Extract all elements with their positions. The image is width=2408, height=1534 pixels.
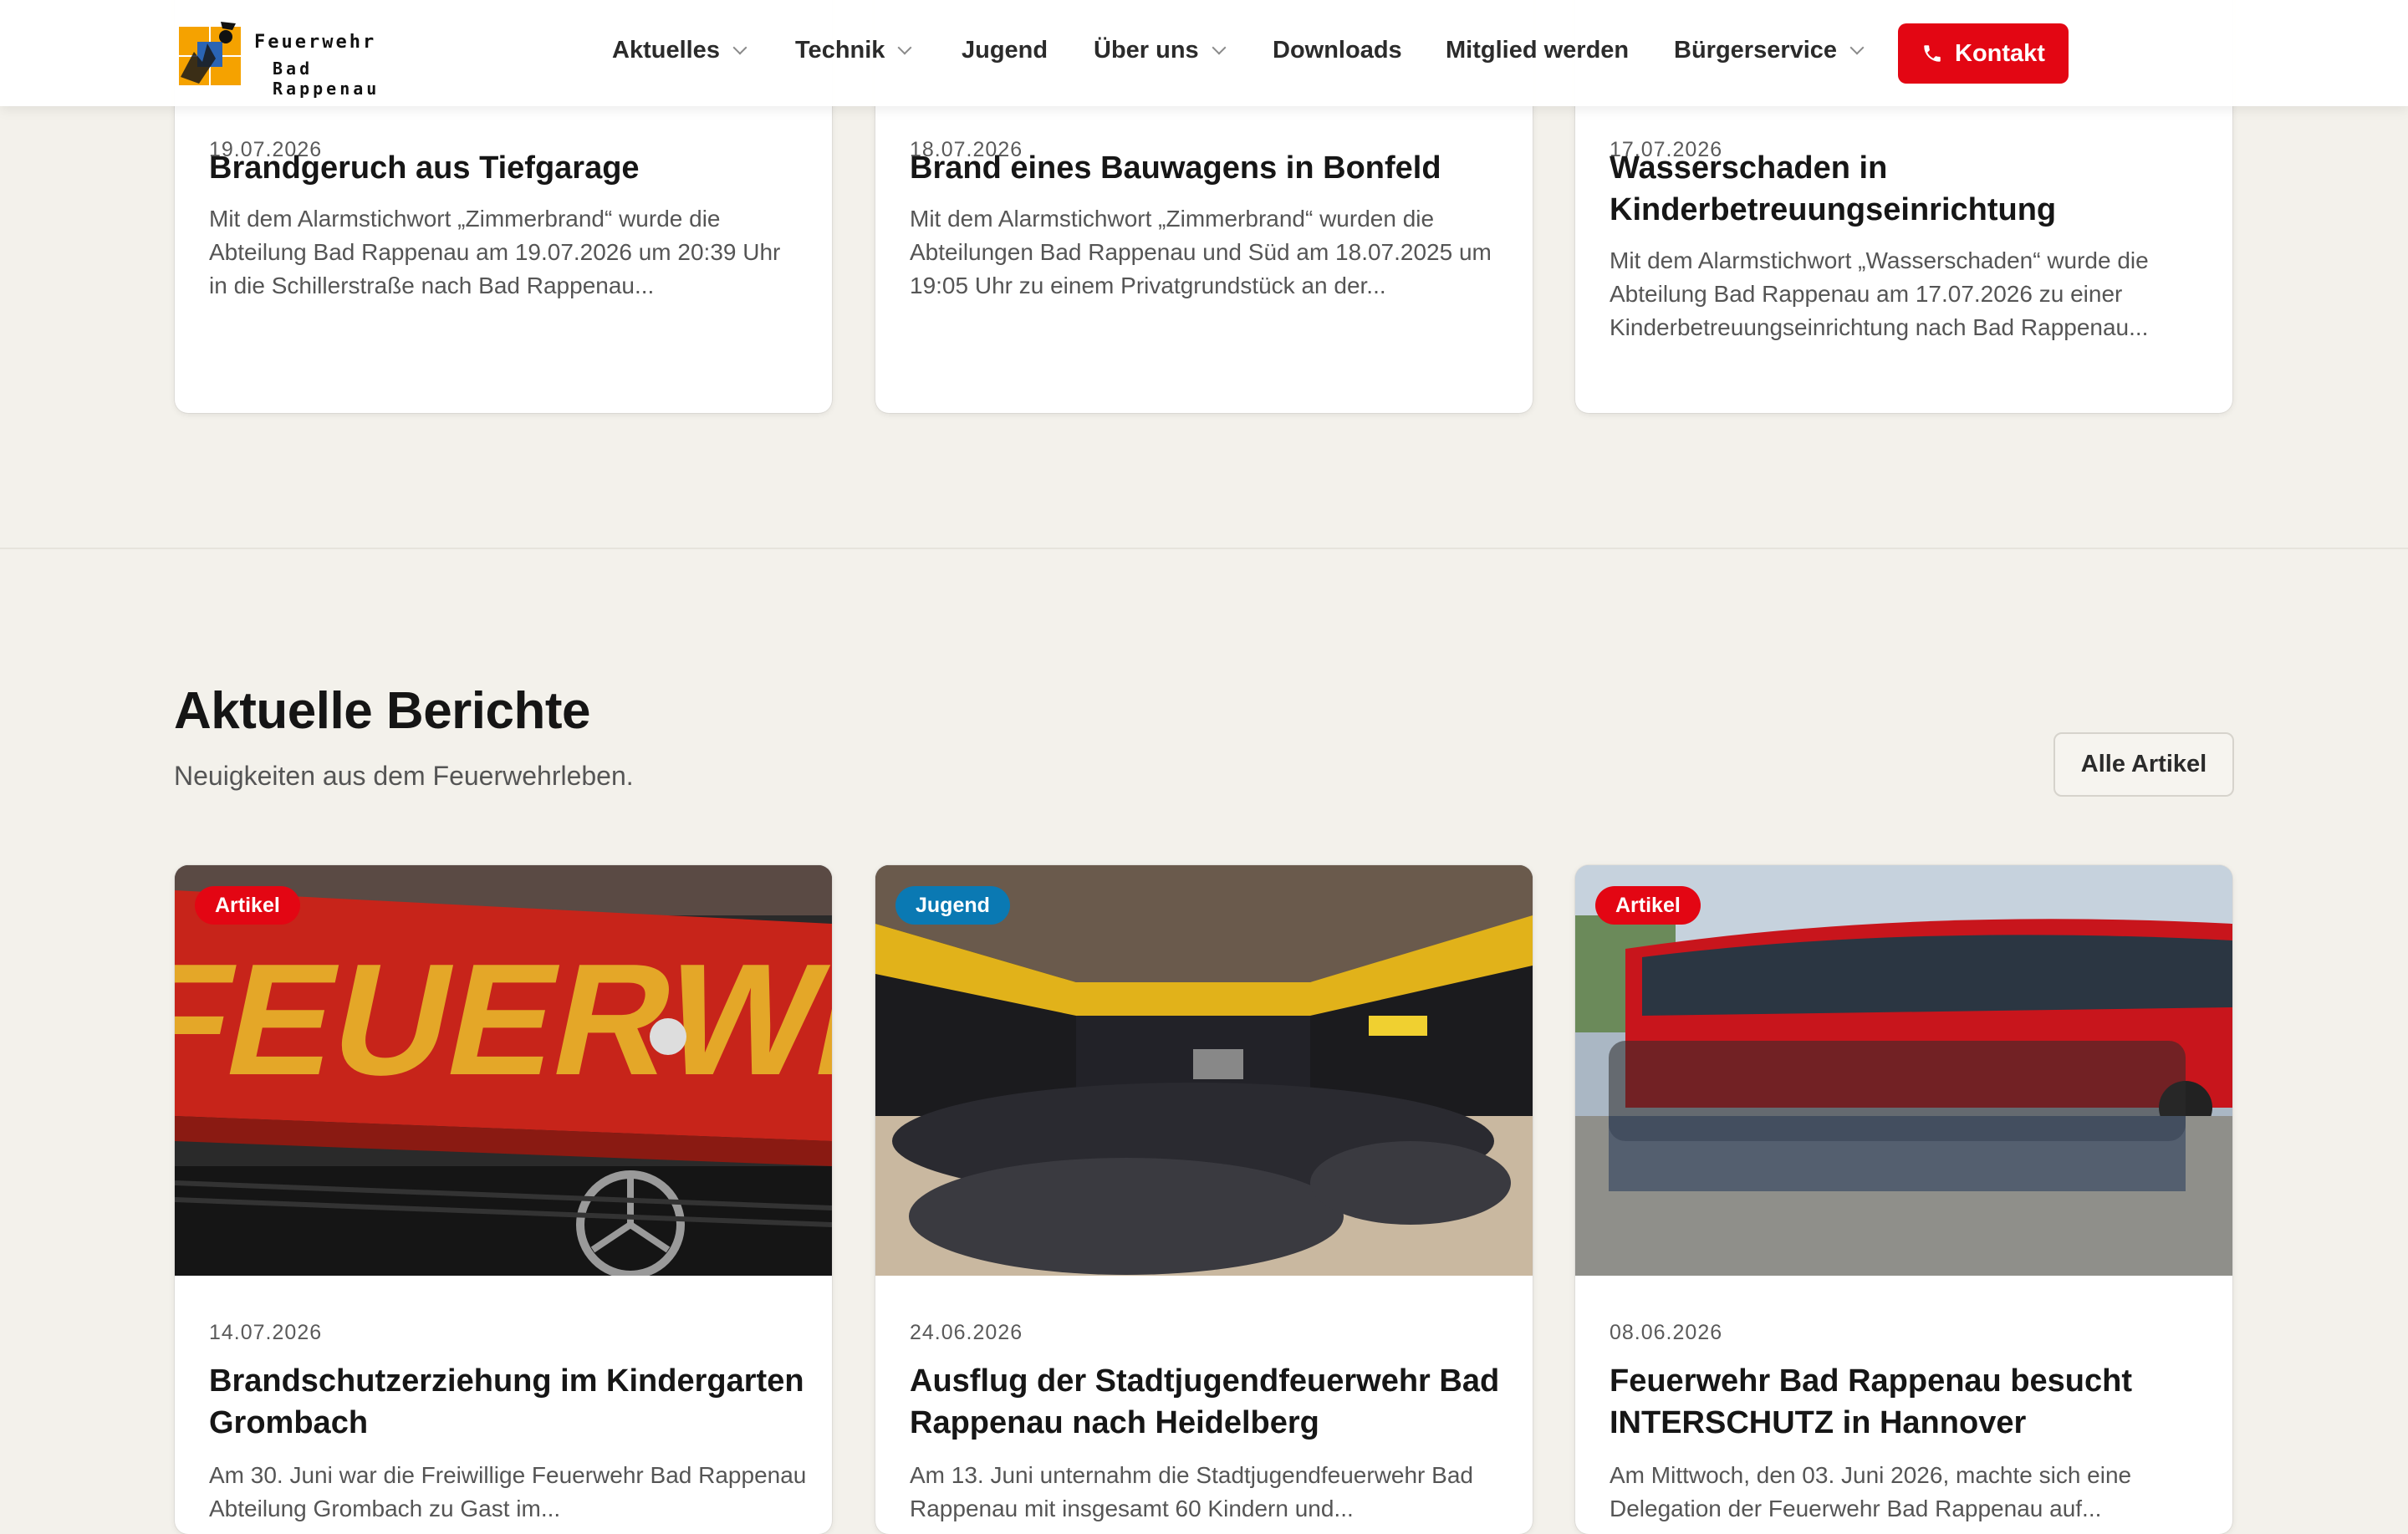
article-card[interactable]: Artikel 08.06.2026 Feuerwehr Bad Rappena… <box>1575 865 2232 1534</box>
nav-item-downloads[interactable]: Downloads <box>1273 37 1402 64</box>
svg-text:FEUERWEH: FEUERWEH <box>175 930 832 1108</box>
article-date: 08.06.2026 <box>1610 1321 1723 1344</box>
nav-item-jugend[interactable]: Jugend <box>962 37 1048 64</box>
nav-label: Bürgerservice <box>1674 37 1838 64</box>
group-bus-photo[interactable] <box>1575 865 2232 1276</box>
nav-label: Mitglied werden <box>1446 37 1630 64</box>
nav-item-aktuelles[interactable]: Aktuelles <box>612 37 747 64</box>
card-excerpt: Mit dem Alarmstichwort „Wasserschaden“ w… <box>1610 247 2149 340</box>
card-title[interactable]: Wasserschaden in Kinderbetreuungseinrich… <box>1610 147 2128 231</box>
article-title[interactable]: Feuerwehr Bad Rappenau besucht INTERSCHU… <box>1610 1360 2212 1444</box>
nav-label: Über uns <box>1094 37 1199 64</box>
nav-label: Technik <box>795 37 885 64</box>
card-title[interactable]: Brandgeruch aus Tiefgarage <box>209 147 794 189</box>
nav-item-ueber-uns[interactable]: Über uns <box>1094 37 1227 64</box>
chevron-down-icon <box>1849 40 1865 54</box>
section-divider <box>0 548 2408 549</box>
article-date: 24.06.2026 <box>910 1321 1023 1344</box>
youth-group-hall-photo[interactable] <box>875 865 1533 1276</box>
article-excerpt: Am Mittwoch, den 03. Juni 2026, machte s… <box>1610 1462 2132 1521</box>
nav-label: Aktuelles <box>612 37 720 64</box>
article-date: 14.07.2026 <box>209 1321 323 1344</box>
nav-item-technik[interactable]: Technik <box>795 37 912 64</box>
category-badge: Artikel <box>195 886 300 925</box>
article-excerpt: Am 30. Juni war die Freiwillige Feuerweh… <box>209 1462 807 1521</box>
card-excerpt: Mit dem Alarmstichwort „Zimmerbrand“ wur… <box>910 206 1492 298</box>
phone-icon <box>1924 45 1941 62</box>
nav-label: Downloads <box>1273 37 1402 64</box>
section-title: Aktuelle Berichte <box>174 682 591 740</box>
all-articles-button[interactable]: Alle Artikel <box>2053 732 2234 797</box>
contact-button[interactable]: Kontakt <box>1898 23 2069 84</box>
site-header: Feuerwehr Bad Rappenau Aktuelles Technik… <box>0 0 2408 106</box>
article-card[interactable]: FEUERWEH Artikel 14.07.2026 Brandschutze… <box>175 865 832 1534</box>
nav-label: Jugend <box>962 37 1048 64</box>
chevron-down-icon <box>1212 40 1227 54</box>
contact-label: Kontakt <box>1955 39 2045 67</box>
chevron-down-icon <box>732 40 747 54</box>
nav-item-buergerservice[interactable]: Bürgerservice <box>1674 37 1865 64</box>
category-badge: Artikel <box>1595 886 1701 925</box>
section-subtitle: Neuigkeiten aus dem Feuerwehrleben. <box>174 761 634 791</box>
category-badge: Jugend <box>895 886 1010 925</box>
nav-item-mitglied-werden[interactable]: Mitglied werden <box>1446 37 1629 64</box>
card-title[interactable]: Brand eines Bauwagens in Bonfeld <box>910 147 1495 189</box>
article-card[interactable]: Jugend 24.06.2026 Ausflug der Stadtjugen… <box>875 865 1533 1534</box>
chevron-down-icon <box>897 40 912 54</box>
fire-truck-photo[interactable]: FEUERWEH <box>175 865 832 1276</box>
article-excerpt: Am 13. Juni unternahm die Stadtjugendfeu… <box>910 1462 1473 1521</box>
card-excerpt: Mit dem Alarmstichwort „Zimmerbrand“ wur… <box>209 206 781 298</box>
article-title[interactable]: Brandschutzerziehung im Kindergarten Gro… <box>209 1360 811 1444</box>
article-title[interactable]: Ausflug der Stadtjugendfeuerwehr Bad Rap… <box>910 1360 1512 1444</box>
